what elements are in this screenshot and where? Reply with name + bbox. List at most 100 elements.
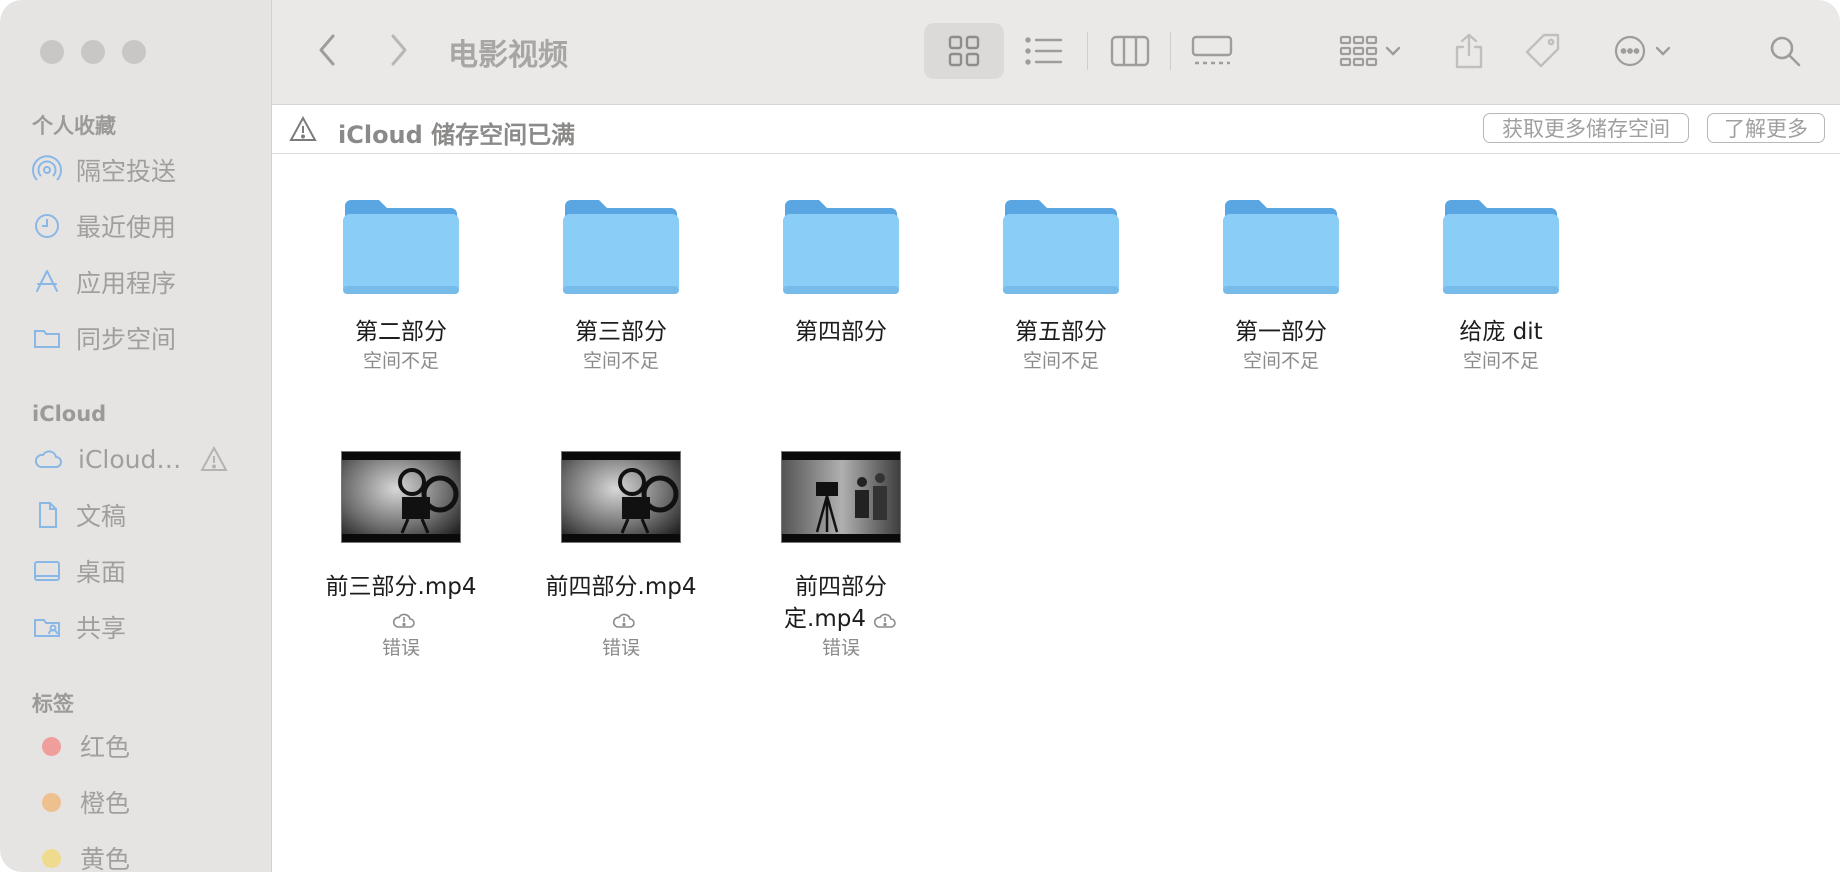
item-status: 空间不足 (1022, 350, 1099, 372)
group-by-button[interactable] (1330, 28, 1410, 74)
column-view-button[interactable] (1090, 23, 1170, 79)
item-name: 前四部分.mp4 (545, 574, 697, 600)
folder-item[interactable]: 第三部分 空间不足 (531, 196, 711, 374)
sidebar-tag-orange[interactable]: 橙色 (32, 780, 257, 824)
video-item[interactable]: 前四部分 定.mp4 错误 (751, 451, 931, 661)
folder-icon (561, 196, 681, 298)
folder-item[interactable]: 第四部分 (751, 196, 931, 348)
chevron-right-icon (391, 34, 407, 66)
share-button[interactable] (1444, 26, 1494, 76)
sidebar-item-label: iCloud… (78, 444, 182, 474)
grid-icon (948, 35, 980, 67)
video-item[interactable]: 前四部分.mp4 错误 (531, 451, 711, 661)
item-name: 第一部分 (1235, 319, 1327, 345)
video-item[interactable]: 前三部分.mp4 错误 (311, 451, 491, 661)
ellipsis-circle-icon (1614, 35, 1646, 67)
item-name-row: 前四部分.mp4 (531, 571, 711, 635)
sidebar-item-airdrop[interactable]: 隔空投送 (32, 148, 257, 192)
item-status: 空间不足 (1242, 350, 1319, 372)
search-icon (1770, 36, 1801, 67)
red-tag-dot (42, 736, 61, 756)
learn-more-button[interactable]: 了解更多 (1707, 113, 1825, 143)
folder-icon (1001, 196, 1121, 298)
sidebar-item-icloud-drive[interactable]: iCloud… (32, 437, 257, 481)
sidebar-item-label: 桌面 (76, 558, 127, 587)
desktop-icon (34, 561, 60, 581)
cloud-alert-icon (873, 613, 896, 628)
sidebar-item-label: 文稿 (76, 502, 127, 531)
sidebar-item-label: 最近使用 (76, 213, 177, 242)
share-icon (1455, 33, 1483, 69)
video-thumbnail (341, 451, 461, 543)
sidebar-item-label: 黄色 (80, 845, 131, 872)
zoom-window-button[interactable] (122, 40, 146, 64)
item-status: 错误 (821, 637, 860, 659)
folder-item[interactable]: 第二部分 空间不足 (311, 196, 491, 374)
list-icon (1025, 37, 1063, 65)
sidebar-item-sync-space[interactable]: 同步空间 (32, 316, 257, 360)
item-status: 空间不足 (362, 350, 439, 372)
item-name: 第三部分 (575, 319, 667, 345)
minimize-window-button[interactable] (81, 40, 105, 64)
forward-button[interactable] (378, 30, 418, 70)
sidebar-item-label: 共享 (76, 614, 127, 643)
video-thumbnail (781, 451, 901, 543)
gallery-view-button[interactable] (1172, 23, 1252, 79)
cloud-alert-icon (612, 613, 635, 628)
sidebar-tag-red[interactable]: 红色 (32, 724, 257, 768)
item-name: 给庞 dit (1459, 319, 1543, 345)
item-name: 第四部分 (795, 319, 887, 345)
icloud-section-title: iCloud (32, 402, 107, 426)
sidebar-tag-yellow[interactable]: 黄色 (32, 836, 257, 872)
item-status: 错误 (381, 637, 420, 659)
list-view-button[interactable] (1004, 23, 1084, 79)
tag-button[interactable] (1518, 26, 1568, 76)
item-name: 第五部分 (1015, 319, 1107, 345)
sidebar-item-label: 红色 (80, 733, 131, 762)
sidebar-item-label: 应用程序 (76, 269, 177, 298)
item-name: 前三部分.mp4 (325, 574, 477, 600)
folder-item[interactable]: 第一部分 空间不足 (1191, 196, 1371, 374)
folder-item[interactable]: 第五部分 空间不足 (971, 196, 1151, 374)
gallery-icon (1191, 35, 1233, 65)
warning-icon (289, 115, 317, 141)
sidebar-item-label: 橙色 (80, 789, 131, 818)
yellow-tag-dot (42, 848, 61, 868)
item-name-line2: 定.mp4 (784, 606, 866, 632)
window-controls (40, 40, 146, 64)
folder-icon (1221, 196, 1341, 298)
airdrop-icon (32, 155, 62, 181)
sidebar-item-shared[interactable]: 共享 (32, 605, 257, 649)
window-title: 电影视频 (448, 38, 568, 73)
back-button[interactable] (308, 30, 348, 70)
get-more-storage-button[interactable]: 获取更多储存空间 (1483, 113, 1689, 143)
more-actions-button[interactable] (1602, 28, 1682, 74)
sidebar-item-documents[interactable]: 文稿 (32, 493, 257, 537)
item-status: 空间不足 (582, 350, 659, 372)
sidebar-item-desktop[interactable]: 桌面 (32, 549, 257, 593)
chevron-down-icon (1385, 46, 1401, 56)
finder-window: 个人收藏 隔空投送 最近使用 应用程序 同步空间 iCloud iCloud… … (0, 0, 1840, 872)
folder-icon (1441, 196, 1561, 298)
search-button[interactable] (1762, 28, 1808, 74)
close-window-button[interactable] (40, 40, 64, 64)
sidebar-item-applications[interactable]: 应用程序 (32, 260, 257, 304)
icon-view-button[interactable] (924, 23, 1004, 79)
sidebar: 个人收藏 隔空投送 最近使用 应用程序 同步空间 iCloud iCloud… … (0, 0, 272, 872)
tag-icon (1525, 33, 1560, 68)
storage-full-banner: iCloud 储存空间已满 获取更多储存空间 了解更多 (272, 105, 1840, 154)
video-thumbnail (561, 451, 681, 543)
toolbar: 电影视频 (272, 0, 1840, 105)
columns-icon (1110, 35, 1150, 67)
orange-tag-dot (42, 792, 61, 812)
item-name-row: 定.mp4 (751, 603, 931, 635)
folder-item[interactable]: 给庞 dit 空间不足 (1411, 196, 1591, 374)
item-name-line1: 前四部分 (795, 574, 887, 600)
document-icon (39, 502, 57, 528)
sidebar-item-recents[interactable]: 最近使用 (32, 204, 257, 248)
cloud-alert-icon (392, 613, 415, 628)
item-name: 第二部分 (355, 319, 447, 345)
favorites-section-title: 个人收藏 (32, 114, 116, 138)
applications-icon (36, 270, 58, 292)
cloud-icon (34, 450, 62, 468)
